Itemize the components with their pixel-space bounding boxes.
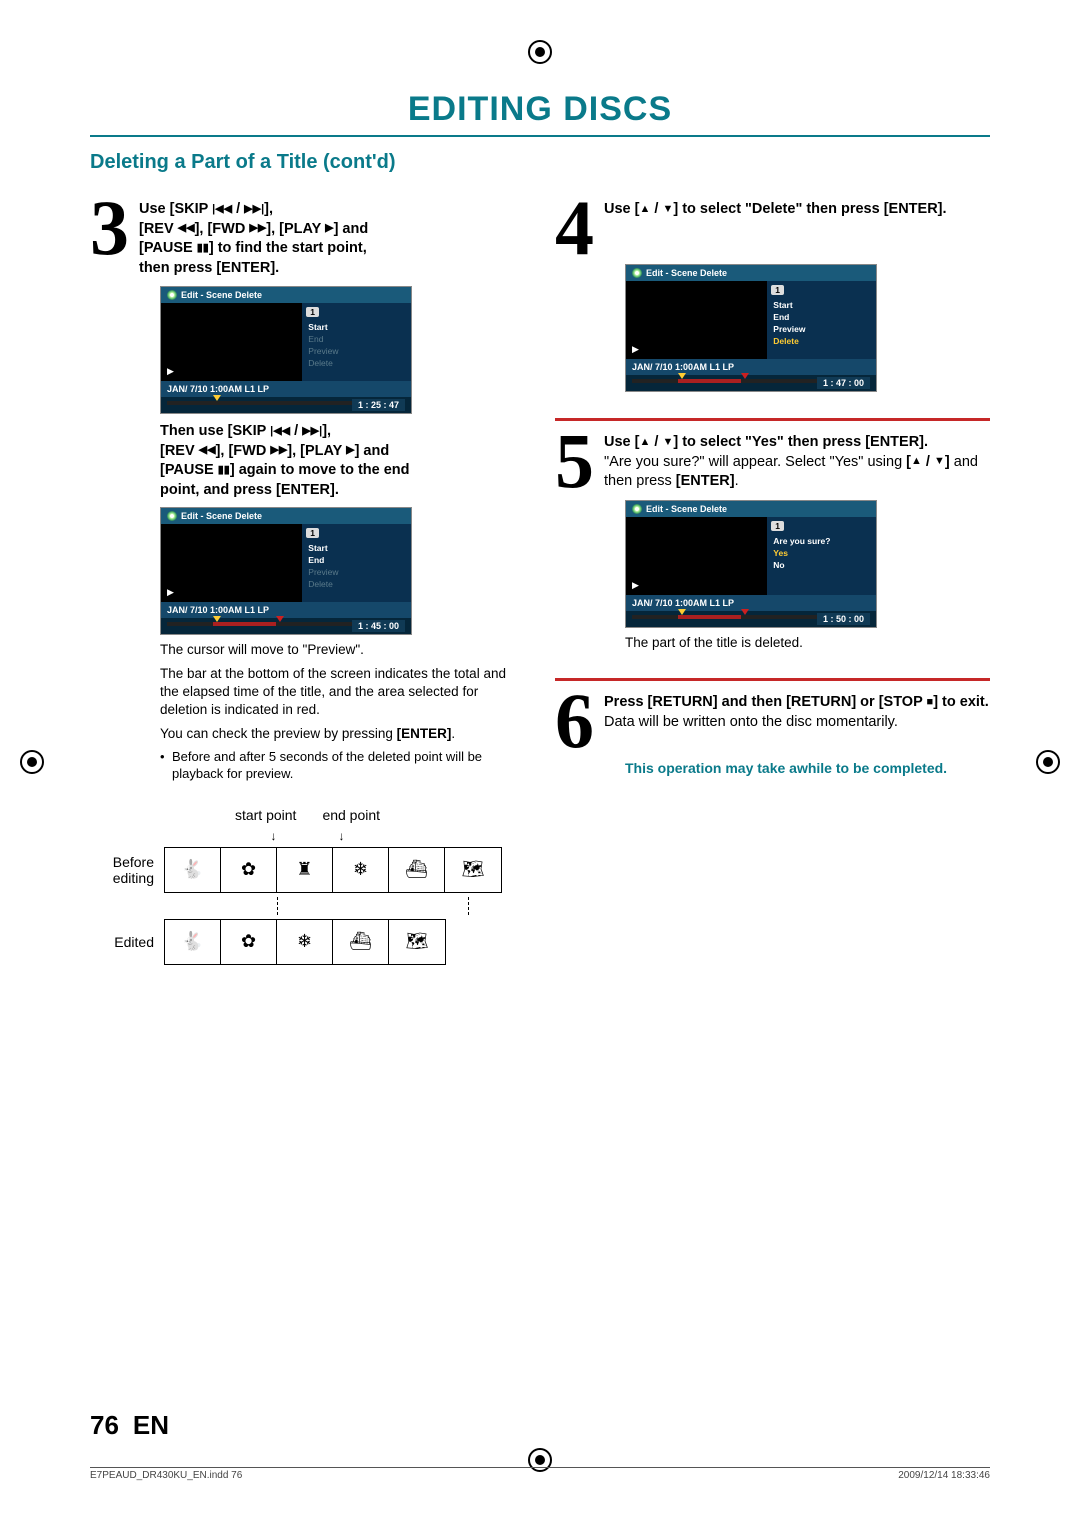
start-point-label: start point: [235, 807, 296, 823]
osd-timecode: 1 : 25 : 47: [352, 399, 405, 411]
arrow-down-icon: ↓: [339, 829, 345, 843]
osd-preview-area: [161, 303, 302, 381]
page-footer: 76 EN: [90, 1410, 169, 1441]
step-instruction: Use [▲ / ▼] to select "Yes" then press […: [604, 431, 990, 492]
disc-icon: [632, 504, 642, 514]
osd-title-chip: 1: [306, 528, 319, 538]
up-icon: ▲: [911, 456, 922, 467]
edited-label: Edited: [90, 934, 154, 950]
step-number: 4: [555, 200, 594, 256]
disc-icon: [632, 268, 642, 278]
divider: [555, 418, 990, 421]
skip-next-icon: ▶▶|: [244, 204, 264, 215]
skip-prev-icon: |◀◀: [270, 426, 290, 437]
up-icon: ▲: [639, 204, 650, 215]
osd-menu: Start End Preview Delete: [302, 540, 411, 592]
body-paragraph: The cursor will move to "Preview".: [160, 641, 525, 659]
rev-icon: ◀◀: [178, 223, 195, 234]
step-instruction: Use [▲ / ▼] to select "Delete" then pres…: [604, 198, 947, 256]
osd-menu: Are you sure? Yes No: [767, 533, 876, 573]
indd-timestamp: 2009/12/14 18:33:46: [898, 1470, 990, 1481]
osd-menu: Start End Preview Delete: [767, 297, 876, 349]
divider: [555, 678, 990, 681]
body-paragraph: The bar at the bottom of the screen indi…: [160, 665, 525, 720]
down-icon: ▼: [662, 437, 673, 448]
osd-timecode: 1 : 50 : 00: [817, 613, 870, 625]
step-4: 4 Use [▲ / ▼] to select "Delete" then pr…: [555, 198, 990, 256]
osd-timecode: 1 : 45 : 00: [352, 620, 405, 632]
before-editing-label: Before editing: [90, 854, 154, 886]
rev-icon: ◀◀: [199, 445, 216, 456]
page-number: 76: [90, 1410, 119, 1440]
body-paragraph: The part of the title is deleted.: [625, 634, 990, 652]
osd-title-chip: 1: [771, 521, 784, 531]
osd-title-chip: 1: [771, 285, 784, 295]
play-icon: ▶: [325, 223, 333, 234]
step-instruction: Use [SKIP |◀◀ / ▶▶|], [REV ◀◀], [FWD ▶▶]…: [139, 198, 368, 278]
pause-icon: ▮▮: [218, 465, 230, 476]
osd-screenshot-1: Edit - Scene Delete 1 Start End Preview …: [160, 286, 412, 414]
indd-filename: E7PEAUD_DR430KU_EN.indd 76: [90, 1470, 242, 1481]
osd-menu: Start End Preview Delete: [302, 319, 411, 371]
osd-timecode: 1 : 47 : 00: [817, 377, 870, 389]
title-underline: [90, 135, 990, 137]
up-icon: ▲: [639, 437, 650, 448]
osd-title-chip: 1: [306, 307, 319, 317]
end-point-label: end point: [322, 807, 380, 823]
fwd-icon: ▶▶: [270, 445, 287, 456]
body-bullet: Before and after 5 seconds of the delete…: [160, 748, 525, 783]
osd-screenshot-4: Edit - Scene Delete 1 Start End Preview …: [625, 264, 877, 392]
step-instruction: Press [RETURN] and then [RETURN] or [STO…: [604, 691, 989, 749]
note-box: This operation may take awhile to be com…: [625, 759, 990, 778]
section-title: Deleting a Part of a Title (cont'd): [90, 151, 990, 174]
page-lang: EN: [133, 1410, 169, 1440]
osd-preview-area: [626, 517, 767, 595]
step-instruction-mid: Then use [SKIP |◀◀ / ▶▶|], [REV ◀◀], [FW…: [160, 420, 525, 500]
body-paragraph: You can check the preview by pressing [E…: [160, 725, 525, 743]
timeline-diagram: start point end point ↓ ↓ Before editing…: [90, 807, 525, 965]
arrow-down-icon: ↓: [271, 829, 277, 843]
skip-prev-icon: |◀◀: [212, 204, 232, 215]
page-title: EDITING DISCS: [90, 90, 990, 129]
step-3: 3 Use [SKIP |◀◀ / ▶▶|], [REV ◀◀], [FWD ▶…: [90, 198, 525, 278]
down-icon: ▼: [662, 204, 673, 215]
disc-icon: [167, 290, 177, 300]
fwd-icon: ▶▶: [249, 223, 266, 234]
print-metadata: E7PEAUD_DR430KU_EN.indd 76 2009/12/14 18…: [90, 1467, 990, 1481]
pause-icon: ▮▮: [197, 243, 209, 254]
step-5: 5 Use [▲ / ▼] to select "Yes" then press…: [555, 431, 990, 492]
osd-screenshot-5: Edit - Scene Delete 1 Are you sure? Yes …: [625, 500, 877, 628]
osd-preview-area: [626, 281, 767, 359]
osd-screenshot-2: Edit - Scene Delete 1 Start End Preview …: [160, 507, 412, 635]
play-icon: ▶: [346, 445, 354, 456]
down-icon: ▼: [934, 456, 945, 467]
skip-next-icon: ▶▶|: [302, 426, 322, 437]
step-number: 6: [555, 693, 594, 749]
disc-icon: [167, 511, 177, 521]
step-number: 5: [555, 433, 594, 492]
step-6: 6 Press [RETURN] and then [RETURN] or [S…: [555, 691, 990, 749]
osd-preview-area: [161, 524, 302, 602]
step-number: 3: [90, 200, 129, 278]
